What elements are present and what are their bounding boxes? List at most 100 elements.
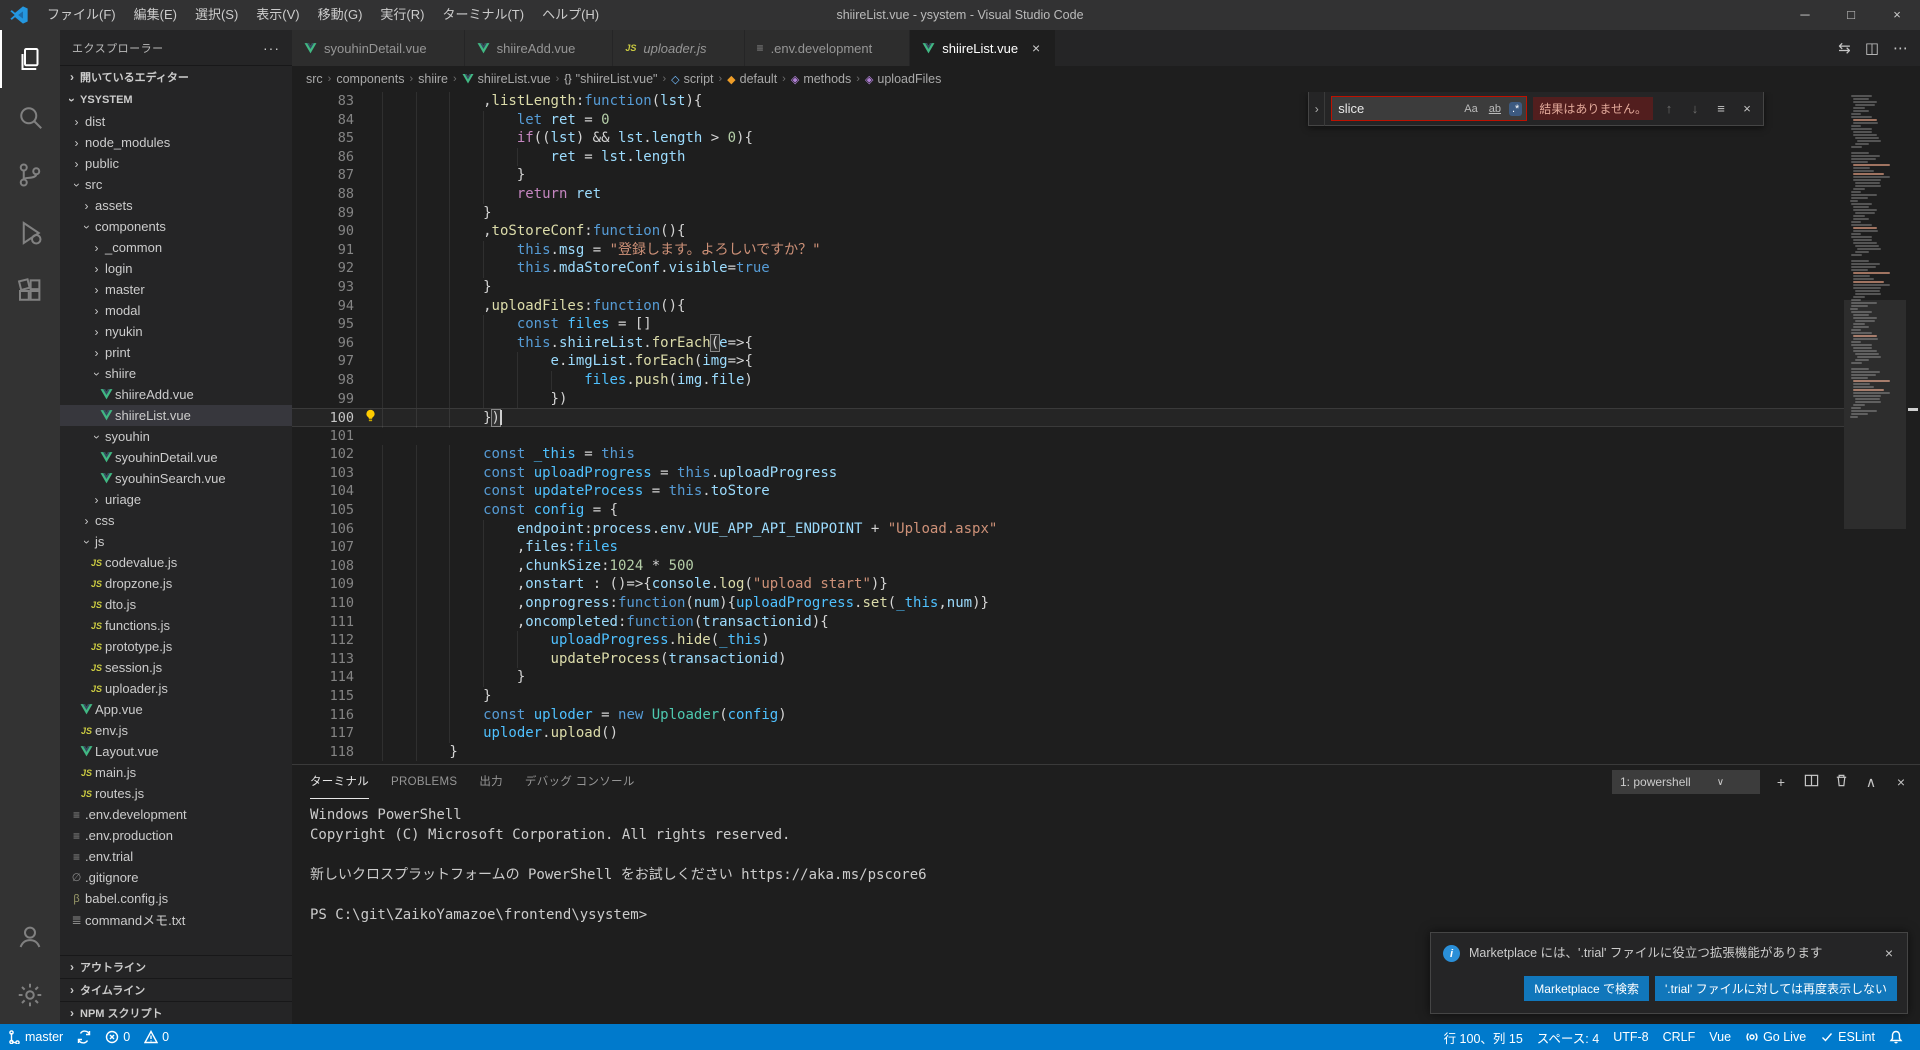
code-area[interactable]: 83 ,listLength:function(lst){84 let ret … — [292, 92, 1844, 764]
tree-item-css[interactable]: ›css — [60, 510, 292, 531]
breadcrumb-item-5[interactable]: ◇script — [671, 72, 713, 86]
tree-item-master[interactable]: ›master — [60, 279, 292, 300]
minimap-slider[interactable] — [1844, 300, 1906, 528]
tree-item-shiireList.vue[interactable]: shiireList.vue — [60, 405, 292, 426]
tree-item-print[interactable]: ›print — [60, 342, 292, 363]
code-editor[interactable]: 83 ,listLength:function(lst){84 let ret … — [292, 92, 1920, 764]
panel-tab-ターミナル[interactable]: ターミナル — [310, 765, 369, 799]
activity-source-control[interactable] — [0, 146, 60, 204]
tree-item-dist[interactable]: ›dist — [60, 111, 292, 132]
whole-word-icon[interactable]: ab — [1486, 102, 1504, 116]
kill-terminal-icon[interactable] — [1832, 773, 1850, 791]
tree-item-assets[interactable]: ›assets — [60, 195, 292, 216]
split-editor-icon[interactable]: ◫ — [1865, 39, 1879, 57]
activity-settings[interactable] — [0, 966, 60, 1024]
menu-item-4[interactable]: 移動(G) — [309, 0, 372, 30]
tab-shiireList.vue[interactable]: shiireList.vue× — [910, 30, 1056, 66]
menu-item-1[interactable]: 編集(E) — [125, 0, 186, 30]
tree-item-.gitignore[interactable]: ∅.gitignore — [60, 867, 292, 888]
tree-item-node_modules[interactable]: ›node_modules — [60, 132, 292, 153]
tree-item-syouhinSearch.vue[interactable]: syouhinSearch.vue — [60, 468, 292, 489]
status-sync[interactable] — [70, 1024, 98, 1050]
tree-item-prototype.js[interactable]: JSprototype.js — [60, 636, 292, 657]
status-branch[interactable]: master — [0, 1024, 70, 1050]
status-item-right-3[interactable]: CRLF — [1656, 1024, 1703, 1050]
close-notification-icon[interactable]: × — [1881, 945, 1897, 961]
tree-item-dropzone.js[interactable]: JSdropzone.js — [60, 573, 292, 594]
tree-item-Layout.vue[interactable]: Layout.vue — [60, 741, 292, 762]
menu-item-3[interactable]: 表示(V) — [247, 0, 308, 30]
terminal-shell-select[interactable]: 1: powershell ∨ — [1612, 770, 1760, 794]
breadcrumb-item-7[interactable]: ◈methods — [791, 72, 851, 86]
status-item-right-1[interactable]: スペース: 4 — [1530, 1024, 1606, 1050]
tree-item-routes.js[interactable]: JSroutes.js — [60, 783, 292, 804]
tree-item-env.js[interactable]: JSenv.js — [60, 720, 292, 741]
tab-syouhinDetail.vue[interactable]: syouhinDetail.vue× — [292, 30, 465, 66]
tab-.env.development[interactable]: ≡.env.development× — [745, 30, 911, 66]
find-input-box[interactable]: Aa ab .* — [1331, 96, 1527, 121]
explorer-more-actions-icon[interactable]: ··· — [263, 40, 280, 56]
activity-explorer[interactable] — [0, 30, 60, 88]
menu-item-2[interactable]: 選択(S) — [186, 0, 247, 30]
menu-item-7[interactable]: ヘルプ(H) — [533, 0, 608, 30]
maximize-button[interactable]: □ — [1828, 0, 1874, 30]
notification-button-1[interactable]: '.trial' ファイルに対しては再度表示しない — [1655, 976, 1897, 1001]
match-case-icon[interactable]: Aa — [1461, 102, 1480, 116]
close-tab-icon[interactable]: × — [1029, 40, 1043, 56]
menu-item-0[interactable]: ファイル(F) — [38, 0, 125, 30]
tree-item-main.js[interactable]: JSmain.js — [60, 762, 292, 783]
tree-item-functions.js[interactable]: JSfunctions.js — [60, 615, 292, 636]
tree-item-uploader.js[interactable]: JSuploader.js — [60, 678, 292, 699]
activity-run-debug[interactable] — [0, 204, 60, 262]
status-golive[interactable]: Go Live — [1738, 1024, 1813, 1050]
status-item-right-2[interactable]: UTF-8 — [1606, 1024, 1655, 1050]
tree-item-App.vue[interactable]: App.vue — [60, 699, 292, 720]
status-item-right-4[interactable]: Vue — [1702, 1024, 1738, 1050]
status-item-right-0[interactable]: 行 100、列 15 — [1437, 1024, 1530, 1050]
tree-item-shiireAdd.vue[interactable]: shiireAdd.vue — [60, 384, 292, 405]
notification-button-0[interactable]: Marketplace で検索 — [1524, 976, 1649, 1001]
toggle-replace-icon[interactable]: › — [1309, 92, 1325, 126]
tab-uploader.js[interactable]: JSuploader.js× — [613, 30, 744, 66]
status-bell[interactable] — [1882, 1024, 1910, 1050]
menu-item-5[interactable]: 実行(R) — [371, 0, 433, 30]
breadcrumb-item-4[interactable]: {}"shiireList.vue" — [564, 72, 657, 86]
tree-item-js[interactable]: ›js — [60, 531, 292, 552]
tree-item-nyukin[interactable]: ›nyukin — [60, 321, 292, 342]
close-find-icon[interactable]: × — [1737, 101, 1757, 116]
open-editors-section[interactable]: › 開いているエディター — [60, 65, 292, 88]
minimize-button[interactable]: ─ — [1782, 0, 1828, 30]
tab-shiireAdd.vue[interactable]: shiireAdd.vue× — [465, 30, 614, 66]
section-タイムライン[interactable]: ›タイムライン — [60, 978, 292, 1001]
new-terminal-icon[interactable]: + — [1772, 774, 1790, 790]
tree-item-login[interactable]: ›login — [60, 258, 292, 279]
section-NPM スクリプト[interactable]: ›NPM スクリプト — [60, 1001, 292, 1024]
split-terminal-icon[interactable] — [1802, 773, 1820, 791]
root-folder-section[interactable]: › YSYSTEM — [60, 88, 292, 111]
activity-account[interactable] — [0, 908, 60, 966]
activity-search[interactable] — [0, 88, 60, 146]
tree-item-codevalue.js[interactable]: JScodevalue.js — [60, 552, 292, 573]
tree-item-commandメモ.txt[interactable]: ≣commandメモ.txt — [60, 909, 292, 930]
minimap[interactable] — [1844, 92, 1906, 764]
tree-item-modal[interactable]: ›modal — [60, 300, 292, 321]
menu-item-6[interactable]: ターミナル(T) — [433, 0, 533, 30]
tree-item-babel.config.js[interactable]: βbabel.config.js — [60, 888, 292, 909]
close-window-button[interactable]: × — [1874, 0, 1920, 30]
tree-item-uriage[interactable]: ›uriage — [60, 489, 292, 510]
breadcrumb-item-1[interactable]: components — [336, 72, 404, 86]
close-panel-icon[interactable]: × — [1892, 774, 1910, 790]
breadcrumb-item-8[interactable]: ◈uploadFiles — [865, 72, 941, 86]
status-check[interactable]: ESLint — [1813, 1024, 1882, 1050]
panel-tab-デバッグ コンソール[interactable]: デバッグ コンソール — [525, 765, 635, 799]
tree-item-.env.development[interactable]: ≡.env.development — [60, 804, 292, 825]
tree-item-shiire[interactable]: ›shiire — [60, 363, 292, 384]
breadcrumb-item-0[interactable]: src — [306, 72, 323, 86]
overview-ruler[interactable] — [1906, 92, 1920, 764]
breadcrumb-item-3[interactable]: shiireList.vue — [462, 72, 551, 86]
tree-item-.env.production[interactable]: ≡.env.production — [60, 825, 292, 846]
find-next-icon[interactable]: ↓ — [1685, 101, 1705, 116]
status-error[interactable]: 0 — [98, 1024, 137, 1050]
tree-item-public[interactable]: ›public — [60, 153, 292, 174]
tree-item-dto.js[interactable]: JSdto.js — [60, 594, 292, 615]
